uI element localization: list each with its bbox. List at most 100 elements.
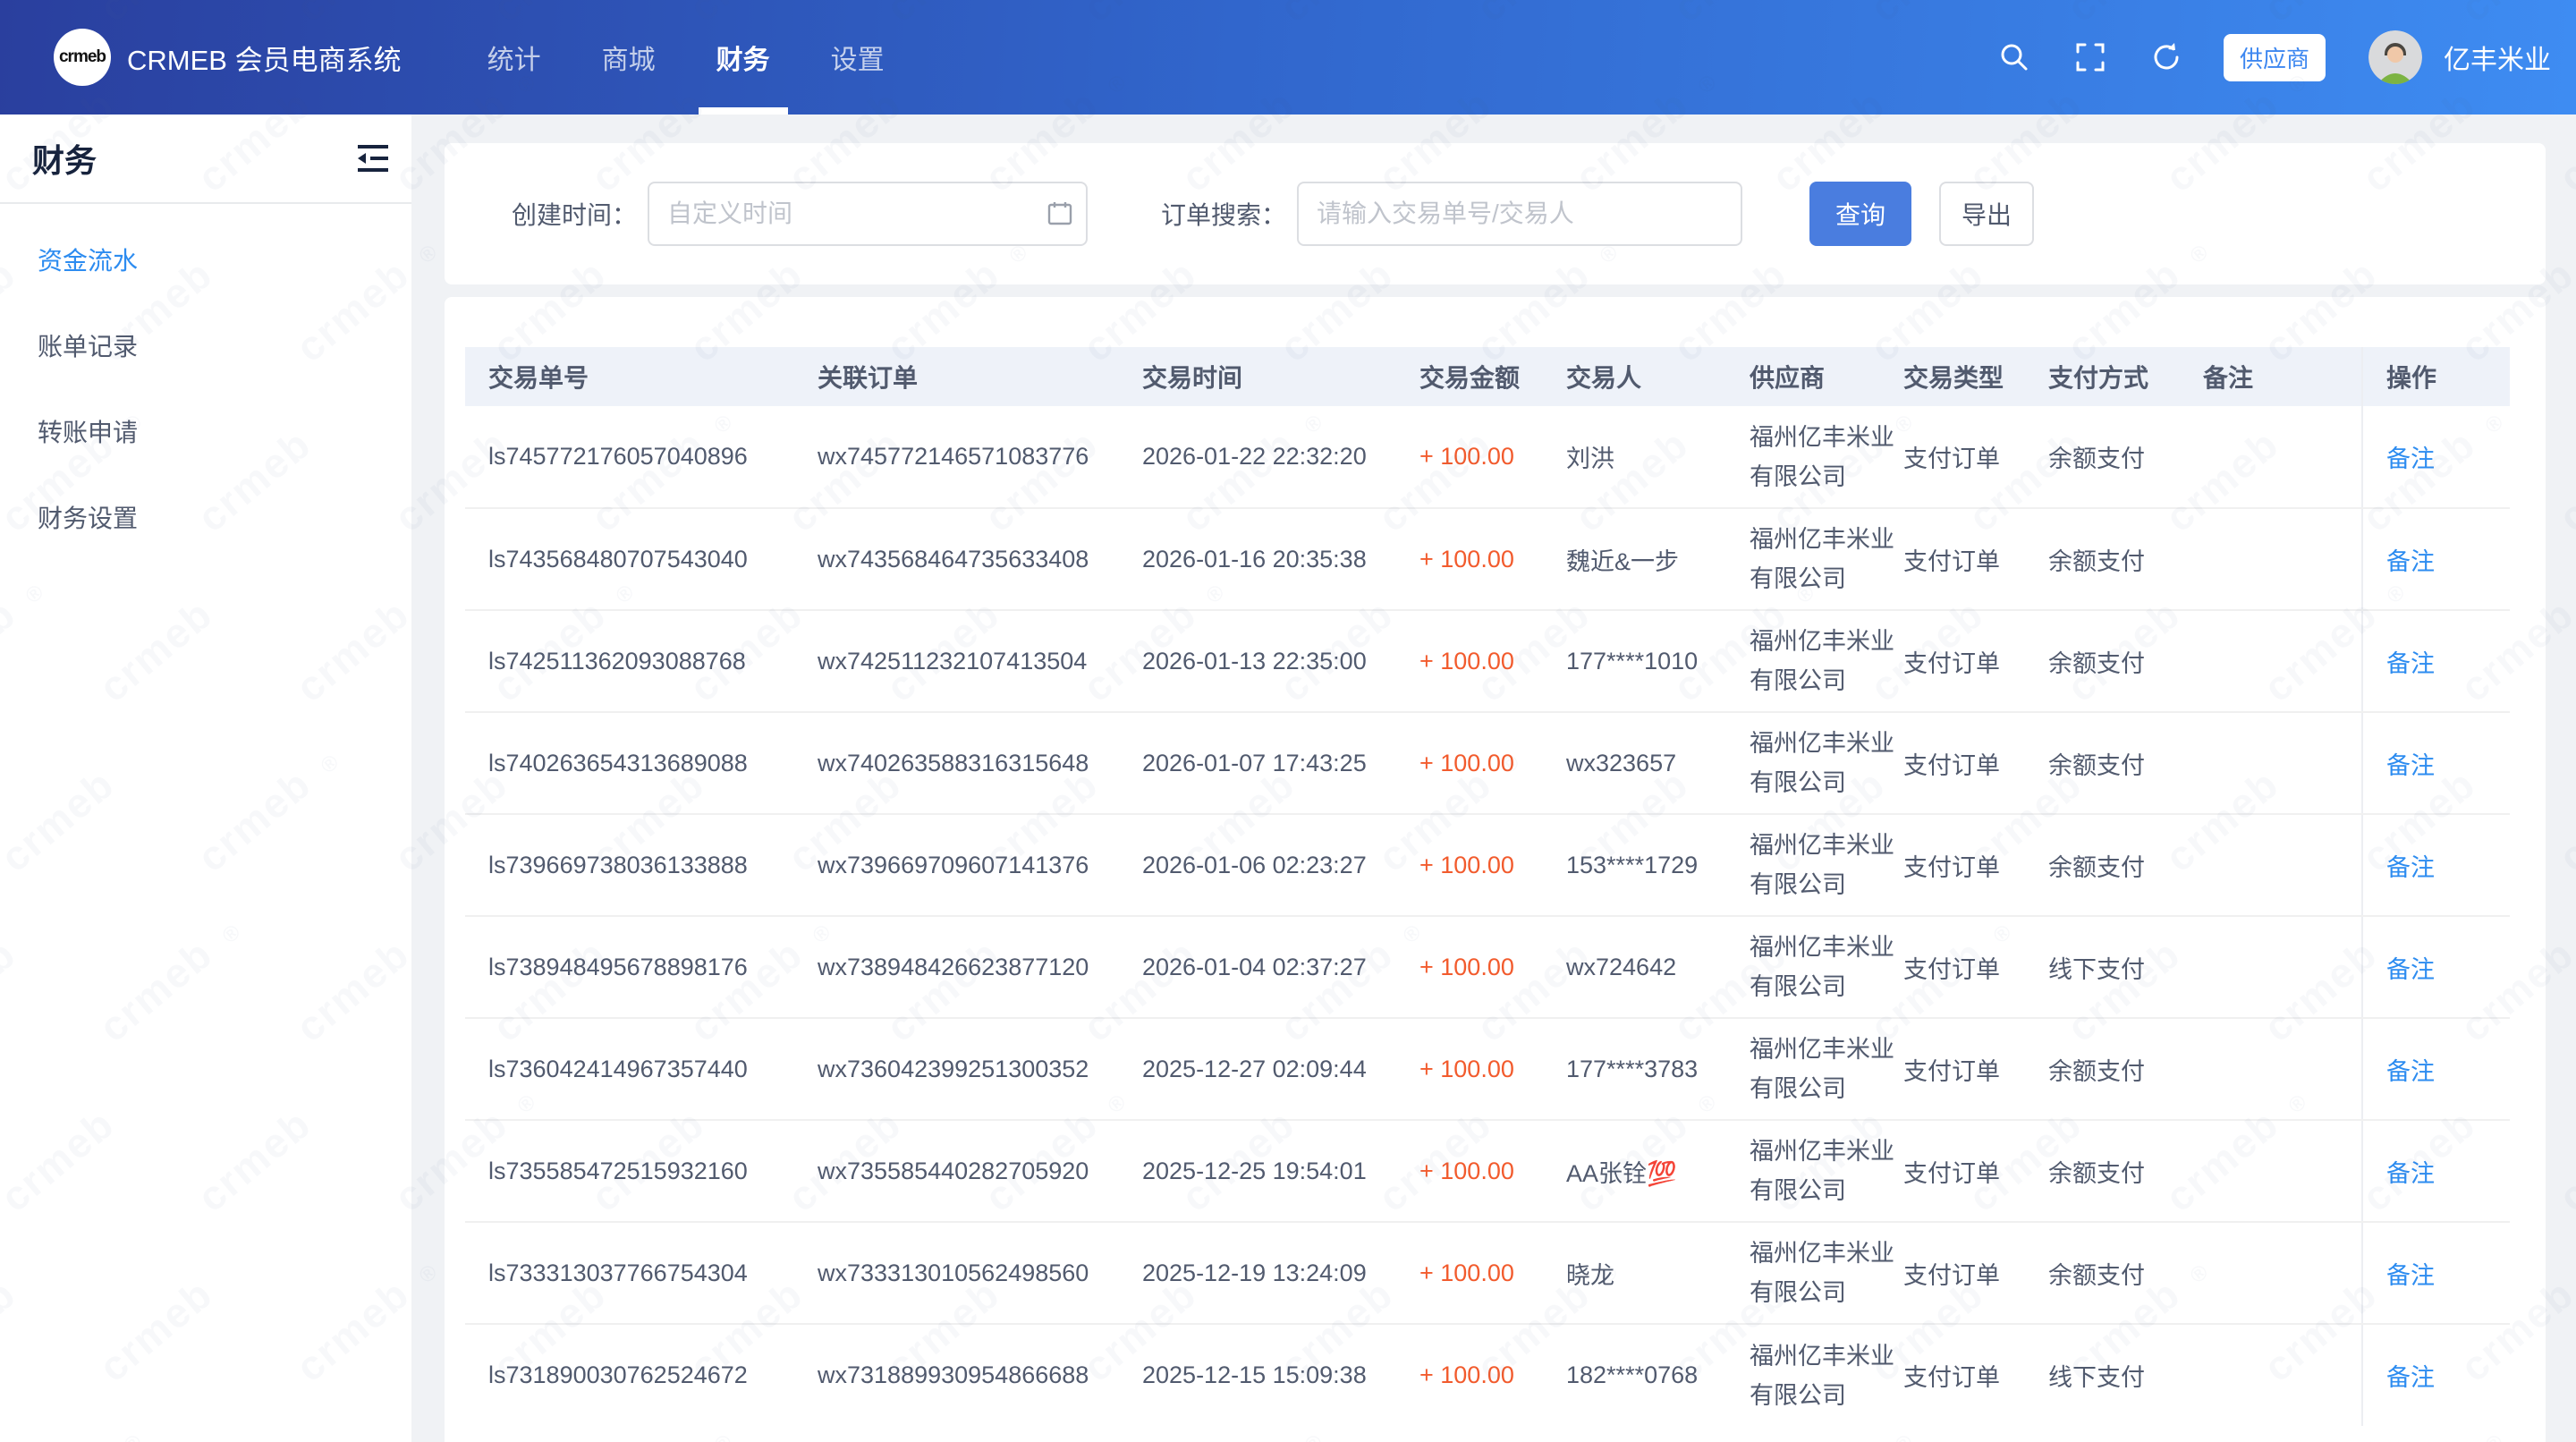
nav-item-3[interactable]: 设置: [801, 0, 915, 115]
header-right-tools: 供应商 亿丰米业: [1953, 30, 2551, 84]
role-badge: 供应商: [2224, 34, 2326, 81]
nav-item-1[interactable]: 商城: [572, 0, 686, 115]
cell-order: wx733313010562498560: [794, 1222, 1119, 1324]
table-body: ls745772176057040896wx745772146571083776…: [465, 406, 2510, 1426]
remark-link[interactable]: 备注: [2386, 1160, 2435, 1187]
cell-supplier: 福州亿丰米业有限公司: [1726, 406, 1880, 508]
remark-link[interactable]: 备注: [2386, 752, 2435, 779]
cell-type: 支付订单: [1880, 916, 2025, 1018]
cell-actions: 备注: [2362, 610, 2510, 712]
cell-remark: [2180, 1222, 2362, 1324]
cell-supplier: 福州亿丰米业有限公司: [1726, 1324, 1880, 1426]
cell-no: ls735585472515932160: [465, 1120, 794, 1222]
cell-time: 2026-01-16 20:35:38: [1119, 508, 1396, 610]
cell-remark: [2180, 1018, 2362, 1120]
query-button[interactable]: 查询: [1809, 182, 1911, 246]
fullscreen-icon[interactable]: [2075, 42, 2106, 72]
column-header-6: 交易类型: [1880, 347, 2025, 406]
remark-link[interactable]: 备注: [2386, 1058, 2435, 1085]
cell-type: 支付订单: [1880, 712, 2025, 814]
cell-amount: + 100.00: [1396, 406, 1543, 508]
avatar[interactable]: [2368, 30, 2422, 84]
order-search-label: 订单搜索：: [1161, 196, 1286, 232]
column-header-9: 操作: [2362, 347, 2510, 406]
cell-time: 2025-12-27 02:09:44: [1119, 1018, 1396, 1120]
transactions-table-card: 交易单号关联订单交易时间交易金额交易人供应商交易类型支付方式备注操作 ls745…: [445, 297, 2546, 1442]
cell-supplier: 福州亿丰米业有限公司: [1726, 712, 1880, 814]
remark-link[interactable]: 备注: [2386, 854, 2435, 881]
table-row: ls736042414967357440wx736042399251300352…: [465, 1018, 2510, 1120]
search-icon[interactable]: [1998, 41, 2030, 73]
cell-amount: + 100.00: [1396, 1324, 1543, 1426]
cell-supplier: 福州亿丰米业有限公司: [1726, 1222, 1880, 1324]
sidebar-item-0[interactable]: 资金流水: [0, 216, 411, 302]
cell-order: wx731889930954866688: [794, 1324, 1119, 1426]
table-row: ls738948495678898176wx738948426623877120…: [465, 916, 2510, 1018]
cell-actions: 备注: [2362, 1018, 2510, 1120]
username[interactable]: 亿丰米业: [2444, 38, 2551, 77]
cell-amount: + 100.00: [1396, 712, 1543, 814]
cell-remark: [2180, 1324, 2362, 1426]
table-row: ls739669738036133888wx739669709607141376…: [465, 814, 2510, 916]
table-row: ls740263654313689088wx740263588316315648…: [465, 712, 2510, 814]
sidebar-menu: 资金流水账单记录转账申请财务设置: [0, 204, 411, 560]
cell-order: wx742511232107413504: [794, 610, 1119, 712]
sidebar-item-3[interactable]: 财务设置: [0, 474, 411, 560]
remark-link[interactable]: 备注: [2386, 650, 2435, 677]
cell-user: AA张铨💯: [1543, 1120, 1726, 1222]
cell-amount: + 100.00: [1396, 610, 1543, 712]
cell-user: 153****1729: [1543, 814, 1726, 916]
cell-actions: 备注: [2362, 406, 2510, 508]
watermark-text: crmeb: [2549, 420, 2576, 542]
sidebar-item-1[interactable]: 账单记录: [0, 302, 411, 388]
watermark-reg-mark: ®: [414, 1259, 444, 1289]
transactions-table: 交易单号关联订单交易时间交易金额交易人供应商交易类型支付方式备注操作 ls745…: [465, 347, 2510, 1426]
cell-actions: 备注: [2362, 814, 2510, 916]
cell-supplier: 福州亿丰米业有限公司: [1726, 1018, 1880, 1120]
remark-link[interactable]: 备注: [2386, 1364, 2435, 1391]
watermark-reg-mark: ®: [414, 239, 444, 269]
top-header: crmeb CRMEB 会员电商系统 统计商城财务设置 供应商: [0, 0, 2576, 115]
cell-amount: + 100.00: [1396, 916, 1543, 1018]
cell-no: ls745772176057040896: [465, 406, 794, 508]
cell-supplier: 福州亿丰米业有限公司: [1726, 1120, 1880, 1222]
cell-user: wx323657: [1543, 712, 1726, 814]
cell-pay: 余额支付: [2025, 712, 2180, 814]
watermark-text: crmeb: [2549, 759, 2576, 882]
cell-order: wx743568464735633408: [794, 508, 1119, 610]
order-search-input[interactable]: [1297, 182, 1742, 246]
cell-type: 支付订单: [1880, 1222, 2025, 1324]
filter-bar: 创建时间： 订单搜索： 查询 导出: [445, 143, 2546, 284]
cell-time: 2025-12-25 19:54:01: [1119, 1120, 1396, 1222]
column-header-0: 交易单号: [465, 347, 794, 406]
remark-link[interactable]: 备注: [2386, 1262, 2435, 1289]
cell-user: 刘洪: [1543, 406, 1726, 508]
cell-no: ls739669738036133888: [465, 814, 794, 916]
cell-order: wx736042399251300352: [794, 1018, 1119, 1120]
cell-amount: + 100.00: [1396, 1120, 1543, 1222]
cell-remark: [2180, 916, 2362, 1018]
collapse-menu-icon[interactable]: [354, 142, 392, 174]
cell-order: wx738948426623877120: [794, 916, 1119, 1018]
export-button[interactable]: 导出: [1939, 182, 2034, 246]
nav-item-2[interactable]: 财务: [686, 0, 801, 115]
app-title: CRMEB 会员电商系统: [127, 38, 402, 78]
date-filter-label: 创建时间：: [512, 196, 637, 232]
remark-link[interactable]: 备注: [2386, 548, 2435, 575]
refresh-icon[interactable]: [2150, 41, 2182, 73]
sidebar: 财务 资金流水账单记录转账申请财务设置: [0, 115, 411, 1442]
cell-pay: 余额支付: [2025, 406, 2180, 508]
cell-pay: 余额支付: [2025, 610, 2180, 712]
cell-remark: [2180, 508, 2362, 610]
cell-supplier: 福州亿丰米业有限公司: [1726, 508, 1880, 610]
cell-remark: [2180, 406, 2362, 508]
column-header-2: 交易时间: [1119, 347, 1396, 406]
nav-item-0[interactable]: 统计: [457, 0, 572, 115]
column-header-8: 备注: [2180, 347, 2362, 406]
date-range-input[interactable]: [648, 182, 1088, 246]
column-header-5: 供应商: [1726, 347, 1880, 406]
cell-no: ls731890030762524672: [465, 1324, 794, 1426]
sidebar-item-2[interactable]: 转账申请: [0, 388, 411, 474]
remark-link[interactable]: 备注: [2386, 445, 2435, 472]
remark-link[interactable]: 备注: [2386, 956, 2435, 983]
